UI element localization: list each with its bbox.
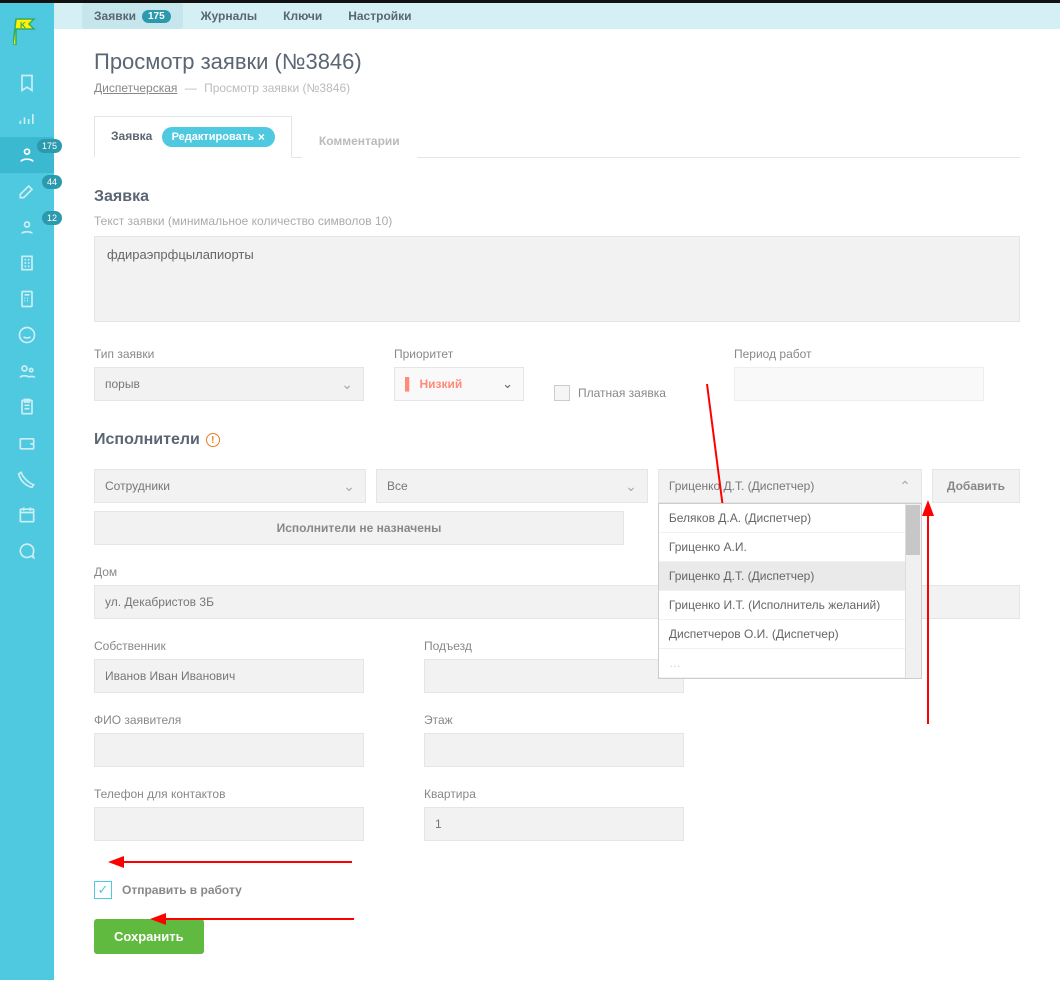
edit-pill[interactable]: Редактировать×: [162, 127, 275, 147]
flat-label: Квартира: [424, 787, 684, 801]
employee-dropdown: Беляков Д.А. (Диспетчер) Гриценко А.И. Г…: [658, 503, 922, 679]
section-request: Заявка: [94, 188, 1020, 206]
nav-requests-badge: 175: [142, 10, 171, 23]
nav-journals[interactable]: Журналы: [193, 3, 265, 29]
type-label: Тип заявки: [94, 347, 364, 361]
scrollbar[interactable]: [905, 504, 921, 678]
side-nav-user[interactable]: 12: [0, 209, 54, 245]
side-nav-dispatch[interactable]: 175: [0, 137, 54, 173]
fio-label: ФИО заявителя: [94, 713, 364, 727]
exec-employee-select[interactable]: Гриценко Д.Т. (Диспетчер)⌃: [658, 469, 922, 503]
period-input[interactable]: [734, 367, 984, 401]
side-nav-clipboard[interactable]: [0, 389, 54, 425]
priority-label: Приоритет: [394, 347, 524, 361]
phone-label: Телефон для контактов: [94, 787, 364, 801]
side-nav-calendar[interactable]: [0, 497, 54, 533]
priority-select[interactable]: ▌Низкий ⌄: [394, 367, 524, 401]
side-nav-edit[interactable]: 44: [0, 173, 54, 209]
side-nav-stats[interactable]: [0, 101, 54, 137]
side-nav-team[interactable]: [0, 353, 54, 389]
top-nav: Заявки 175 Журналы Ключи Настройки: [54, 3, 1060, 29]
side-nav-wallet[interactable]: [0, 425, 54, 461]
chevron-up-icon: ⌃: [899, 478, 911, 495]
owner-input[interactable]: Иванов Иван Иванович: [94, 659, 364, 693]
crumb-current: Просмотр заявки (№3846): [204, 81, 350, 95]
dd-item[interactable]: Диспетчеров О.И. (Диспетчер): [659, 620, 921, 649]
breadcrumb: Диспетчерская — Просмотр заявки (№3846): [94, 81, 1020, 95]
page-title: Просмотр заявки (№3846): [94, 49, 1020, 75]
crumb-dispatch[interactable]: Диспетчерская: [94, 81, 177, 95]
side-nav-phone[interactable]: [0, 461, 54, 497]
dd-item[interactable]: Гриценко И.Т. (Исполнитель желаний): [659, 591, 921, 620]
close-icon[interactable]: ×: [258, 130, 265, 144]
section-executors: Исполнители !: [94, 431, 1020, 449]
floor-label: Этаж: [424, 713, 684, 727]
send-to-work-checkbox[interactable]: ✓: [94, 881, 112, 899]
side-nav-calc[interactable]: [0, 281, 54, 317]
nav-settings[interactable]: Настройки: [340, 3, 419, 29]
svg-text:K: K: [20, 21, 26, 30]
dd-item[interactable]: Беляков Д.А. (Диспетчер): [659, 504, 921, 533]
send-to-work-label: Отправить в работу: [122, 883, 242, 897]
entrance-input[interactable]: [424, 659, 684, 693]
sidebar: K 175 44 12: [0, 3, 54, 980]
nav-requests-label: Заявки: [94, 9, 136, 23]
dd-item[interactable]: Гриценко А.И.: [659, 533, 921, 562]
phone-input[interactable]: [94, 807, 364, 841]
annotation-arrow-3: [107, 852, 357, 872]
save-button[interactable]: Сохранить: [94, 919, 204, 954]
side-nav-bookmark[interactable]: [0, 65, 54, 101]
info-icon: !: [206, 433, 220, 447]
type-select[interactable]: порыв ⌄: [94, 367, 364, 401]
request-hint: Текст заявки (минимальное количество сим…: [94, 214, 1020, 228]
owner-label: Собственник: [94, 639, 364, 653]
tab-comments[interactable]: Комментарии: [302, 123, 417, 158]
chevron-down-icon: ⌄: [341, 376, 353, 393]
dd-item[interactable]: Гриценко Д.Т. (Диспетчер): [659, 562, 921, 591]
request-text-input[interactable]: [94, 236, 1020, 322]
no-executors-row: Исполнители не назначены: [94, 511, 624, 545]
app-logo: K: [13, 17, 41, 45]
floor-input[interactable]: [424, 733, 684, 767]
dd-item-more[interactable]: …: [659, 649, 921, 678]
fio-input[interactable]: [94, 733, 364, 767]
chevron-down-icon: ⌄: [502, 376, 513, 392]
exec-filter-1[interactable]: Сотрудники⌄: [94, 469, 366, 503]
paid-label: Платная заявка: [578, 386, 666, 400]
flat-input[interactable]: 1: [424, 807, 684, 841]
chevron-down-icon: ⌄: [625, 478, 637, 495]
add-executor-button[interactable]: Добавить: [932, 469, 1020, 503]
nav-requests[interactable]: Заявки 175: [82, 3, 183, 29]
tab-request[interactable]: Заявка Редактировать×: [94, 116, 292, 158]
chevron-down-icon: ⌄: [343, 478, 355, 495]
paid-checkbox[interactable]: [554, 385, 570, 401]
side-nav-building[interactable]: [0, 245, 54, 281]
side-nav-chat[interactable]: [0, 533, 54, 569]
exec-filter-2[interactable]: Все⌄: [376, 469, 648, 503]
period-label: Период работ: [734, 347, 984, 361]
tabs: Заявка Редактировать× Комментарии: [94, 115, 1020, 158]
side-nav-smile[interactable]: [0, 317, 54, 353]
nav-keys[interactable]: Ключи: [275, 3, 330, 29]
entrance-label: Подъезд: [424, 639, 684, 653]
